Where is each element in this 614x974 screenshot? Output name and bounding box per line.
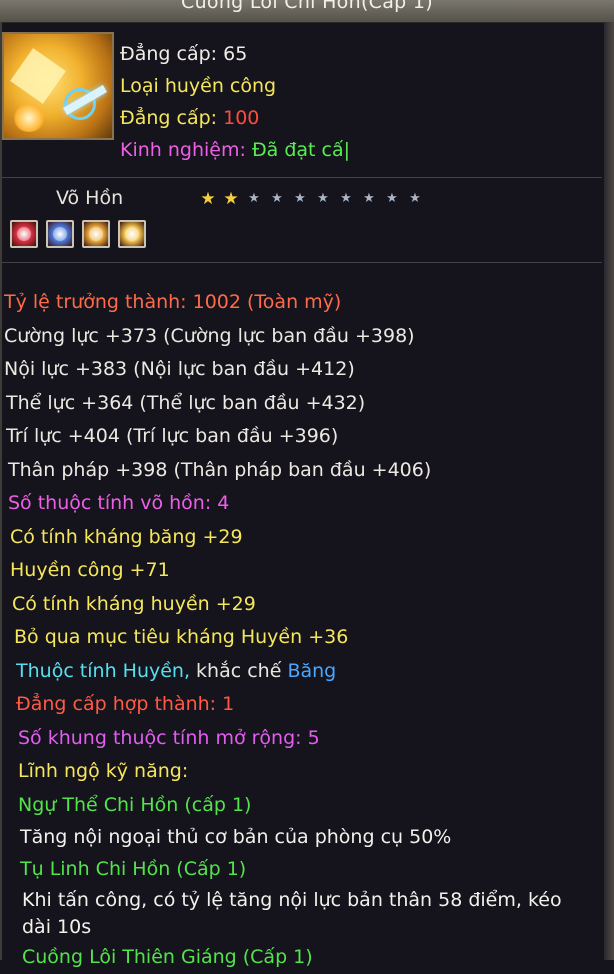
- star-empty-icon: ★: [359, 189, 379, 209]
- element-line: Thuộc tính Huyền, khắc chế Băng: [2, 655, 602, 689]
- red-gem-icon[interactable]: [10, 220, 38, 248]
- star-empty-icon: ★: [244, 189, 264, 209]
- item-type: Loại huyền công: [120, 70, 350, 102]
- gold-face-gem-icon[interactable]: [82, 220, 110, 248]
- level-value: 100: [223, 107, 259, 129]
- skill-description: Tăng nội ngoại thủ cơ bản của phòng cụ 5…: [2, 822, 602, 853]
- star-empty-icon: ★: [267, 189, 287, 209]
- star-rating: ★★★★★★★★★★: [198, 189, 425, 209]
- attribute-line: Tỷ lệ trưởng thành: 1002 (Toàn mỹ): [2, 286, 602, 320]
- attribute-line: Cường lực +373 (Cường lực ban đầu +398): [2, 320, 602, 354]
- info-line: Lĩnh ngộ kỹ năng:: [2, 755, 602, 789]
- attribute-list: Tỷ lệ trưởng thành: 1002 (Toàn mỹ)Cường …: [2, 286, 602, 974]
- attribute-line: Có tính kháng huyền +29: [2, 588, 602, 622]
- yellow-face-gem-icon[interactable]: [118, 220, 146, 248]
- blue-gem-icon[interactable]: [46, 220, 74, 248]
- level-label: Đẳng cấp:: [120, 107, 223, 129]
- frame-right-border: [604, 22, 614, 960]
- soul-item-icon: [2, 32, 114, 140]
- attribute-line: Bỏ qua mục tiêu kháng Huyền +36: [2, 621, 602, 655]
- attribute-line: Nội lực +383 (Nội lực ban đầu +412): [2, 353, 602, 387]
- vo-hon-label: Võ Hồn: [56, 187, 123, 209]
- attribute-line: Huyền công +71: [2, 554, 602, 588]
- window-title-bar: Cuồng Lôi Chi Hồn(Cấp 1): [0, 0, 614, 23]
- experience-label: Kinh nghiệm:: [120, 139, 252, 161]
- star-filled-icon: ★: [221, 189, 241, 209]
- item-level: Đẳng cấp: 65: [120, 38, 350, 70]
- star-empty-icon: ★: [313, 189, 333, 209]
- gem-slots: [10, 220, 146, 248]
- element-part3: Băng: [281, 660, 336, 682]
- level-line: Đẳng cấp: 100: [120, 102, 350, 134]
- skill-name: Ngự Thể Chi Hồn (cấp 1): [2, 789, 602, 823]
- element-part2: khắc chế: [190, 660, 281, 682]
- skill-name: Tụ Linh Chi Hồn (Cấp 1): [2, 853, 602, 887]
- star-filled-icon: ★: [198, 189, 218, 209]
- skill-name: Cuồng Lôi Thiên Giáng (Cấp 1): [2, 941, 602, 974]
- attribute-line: Thể lực +364 (Thể lực ban đầu +432): [2, 387, 602, 421]
- element-part1: Thuộc tính Huyền,: [16, 660, 190, 682]
- experience-value: Đã đạt cấ|: [252, 139, 350, 161]
- item-header-info: Đẳng cấp: 65 Loại huyền công Đẳng cấp: 1…: [120, 38, 350, 166]
- info-line: Số khung thuộc tính mở rộng: 5: [2, 722, 602, 756]
- attribute-line: Số thuộc tính võ hồn: 4: [2, 487, 602, 521]
- divider: [2, 262, 602, 263]
- attribute-line: Trí lực +404 (Trí lực ban đầu +396): [2, 420, 602, 454]
- attribute-line: Thân pháp +398 (Thân pháp ban đầu +406): [2, 454, 602, 488]
- window-title: Cuồng Lôi Chi Hồn(Cấp 1): [0, 0, 614, 11]
- experience-line: Kinh nghiệm: Đã đạt cấ|: [120, 134, 350, 166]
- divider: [2, 177, 602, 178]
- star-empty-icon: ★: [405, 189, 425, 209]
- attribute-line: Có tính kháng băng +29: [2, 521, 602, 555]
- star-empty-icon: ★: [382, 189, 402, 209]
- skill-description: Khi tấn công, có tỷ lệ tăng nội lực bản …: [2, 887, 602, 941]
- star-empty-icon: ★: [290, 189, 310, 209]
- star-empty-icon: ★: [336, 189, 356, 209]
- info-line: Đẳng cấp hợp thành: 1: [2, 688, 602, 722]
